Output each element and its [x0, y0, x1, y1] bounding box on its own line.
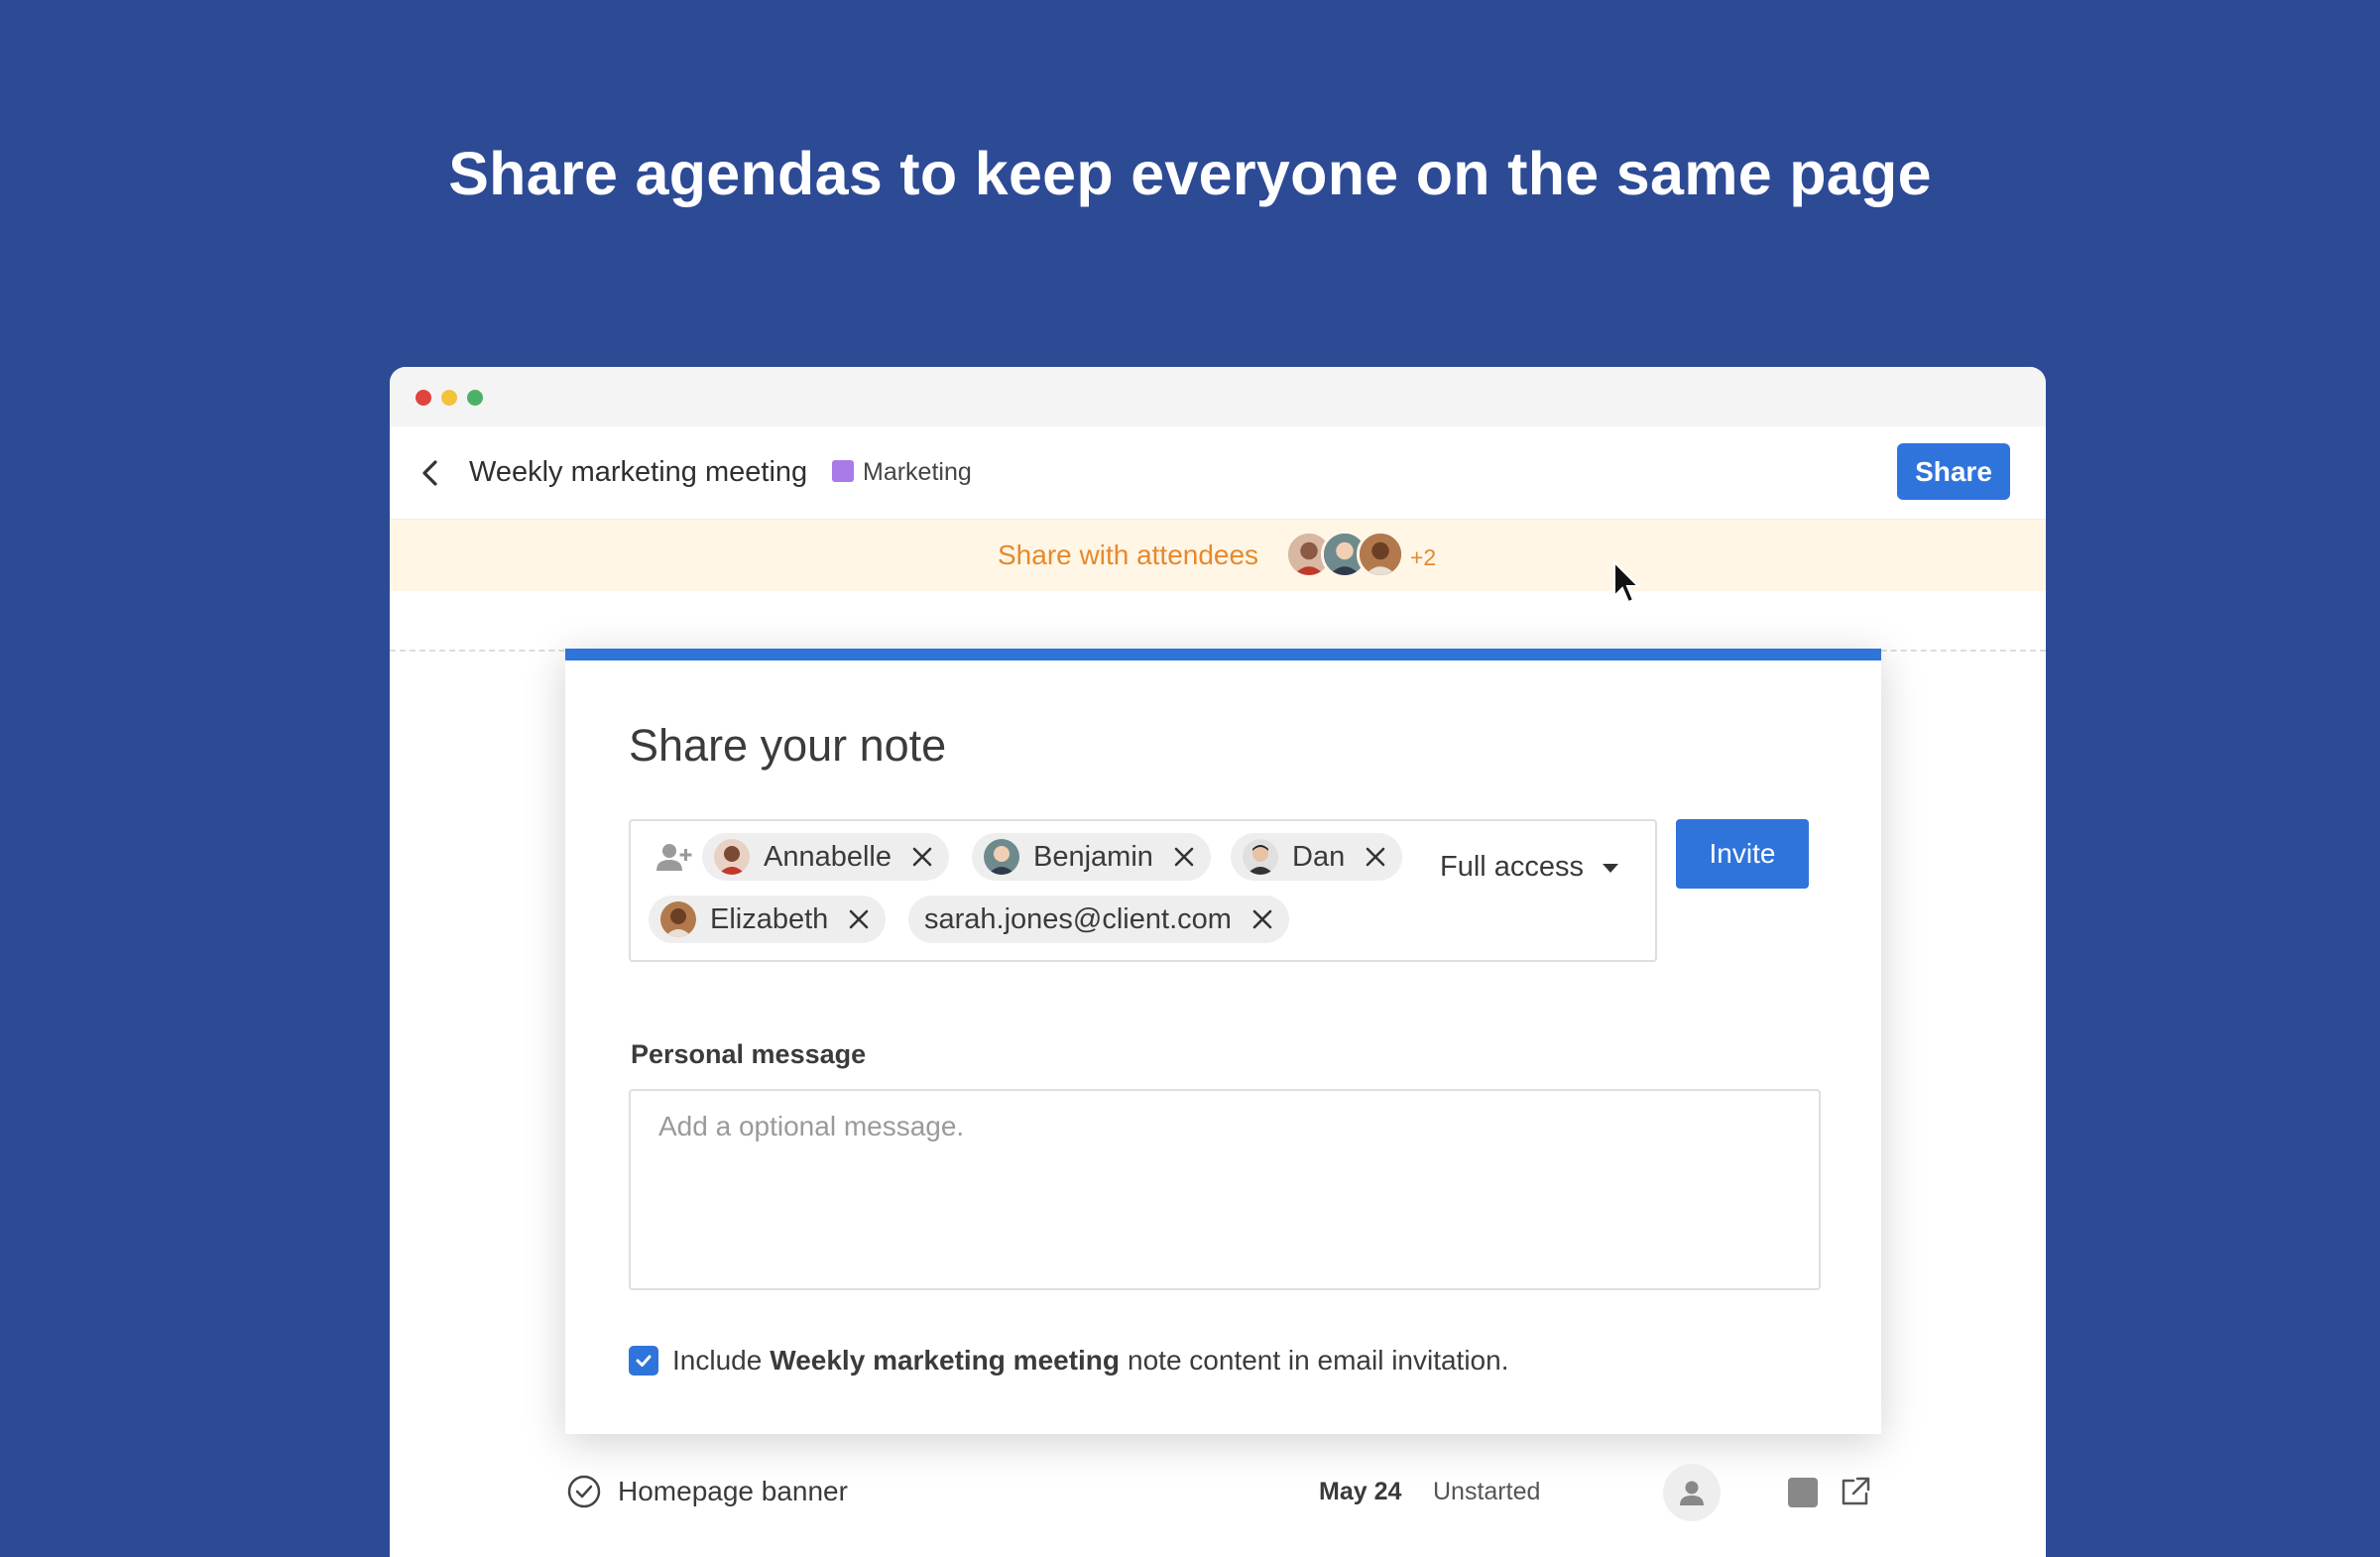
headline: Share agendas to keep everyone on the sa… [448, 140, 1932, 207]
checkmark-icon [636, 1355, 652, 1367]
note-header: Weekly marketing meeting Marketing Share [390, 426, 2046, 520]
recipient-chip: sarah.jones@client.com [908, 896, 1289, 943]
recipient-email: sarah.jones@client.com [924, 902, 1232, 935]
task-due-date[interactable]: May 24 [1319, 1478, 1401, 1506]
avatar [1243, 839, 1278, 875]
avatar [1357, 531, 1404, 578]
recipient-chip: Benjamin [972, 833, 1211, 881]
avatar [714, 839, 750, 875]
chevron-left-icon[interactable] [416, 456, 445, 490]
attendee-avatars [1285, 531, 1414, 580]
recipients-field[interactable]: Annabelle Benjamin Dan Full access Eliza… [629, 819, 1657, 962]
close-window-button[interactable] [416, 390, 431, 406]
share-with-attendees-text[interactable]: Share with attendees [998, 539, 1258, 571]
add-person-icon [656, 844, 692, 871]
recipient-name: Benjamin [1033, 840, 1153, 873]
avatar [660, 901, 696, 937]
assignee-button[interactable] [1663, 1464, 1721, 1521]
close-icon[interactable] [1251, 908, 1273, 930]
mouse-pointer-icon [1613, 560, 1641, 604]
task-status[interactable]: Unstarted [1433, 1478, 1540, 1506]
recipient-name: Annabelle [764, 840, 892, 873]
check-circle-icon[interactable] [566, 1474, 602, 1509]
share-button[interactable]: Share [1897, 443, 2010, 500]
window-titlebar [390, 367, 2046, 426]
tag-label[interactable]: Marketing [863, 458, 972, 487]
app-window: Weekly marketing meeting Marketing Share… [390, 367, 2046, 1557]
minimize-window-button[interactable] [441, 390, 457, 406]
modal-title: Share your note [629, 720, 947, 771]
share-note-modal: Share your note Annabelle Benjamin Dan F… [565, 649, 1881, 1434]
task-color-square[interactable] [1788, 1478, 1818, 1507]
close-icon[interactable] [911, 846, 933, 868]
person-icon [1680, 1481, 1704, 1505]
recipient-chip: Elizabeth [649, 896, 887, 943]
invite-button[interactable]: Invite [1676, 819, 1809, 889]
maximize-window-button[interactable] [467, 390, 483, 406]
close-icon[interactable] [848, 908, 870, 930]
access-level-dropdown[interactable]: Full access [1440, 851, 1619, 884]
include-content-checkbox[interactable] [629, 1346, 658, 1376]
recipient-chip: Annabelle [702, 833, 949, 881]
include-content-option: Include Weekly marketing meeting note co… [629, 1345, 1508, 1377]
caret-down-icon [1603, 863, 1619, 873]
tag-color-swatch [832, 460, 854, 482]
access-level-value: Full access [1440, 851, 1585, 883]
recipient-name: Elizabeth [710, 902, 829, 935]
personal-message-input[interactable] [629, 1089, 1821, 1290]
recipient-name: Dan [1292, 840, 1346, 873]
avatar [984, 839, 1019, 875]
recipient-chip: Dan [1231, 833, 1403, 881]
include-prefix: Include [672, 1345, 763, 1376]
task-name[interactable]: Homepage banner [618, 1476, 848, 1507]
include-suffix: note content in email invitation. [1128, 1345, 1509, 1376]
task-row: Homepage banner May 24 Unstarted [390, 1456, 2046, 1527]
more-attendees-count: +2 [1410, 544, 1437, 570]
personal-message-label: Personal message [631, 1039, 867, 1069]
close-icon[interactable] [1365, 846, 1386, 868]
share-with-attendees-banner[interactable]: Share with attendees +2 [390, 520, 2046, 591]
close-icon[interactable] [1173, 846, 1195, 868]
include-note-name: Weekly marketing meeting [770, 1345, 1121, 1376]
note-title: Weekly marketing meeting [469, 456, 808, 488]
external-link-icon[interactable] [1838, 1474, 1873, 1509]
